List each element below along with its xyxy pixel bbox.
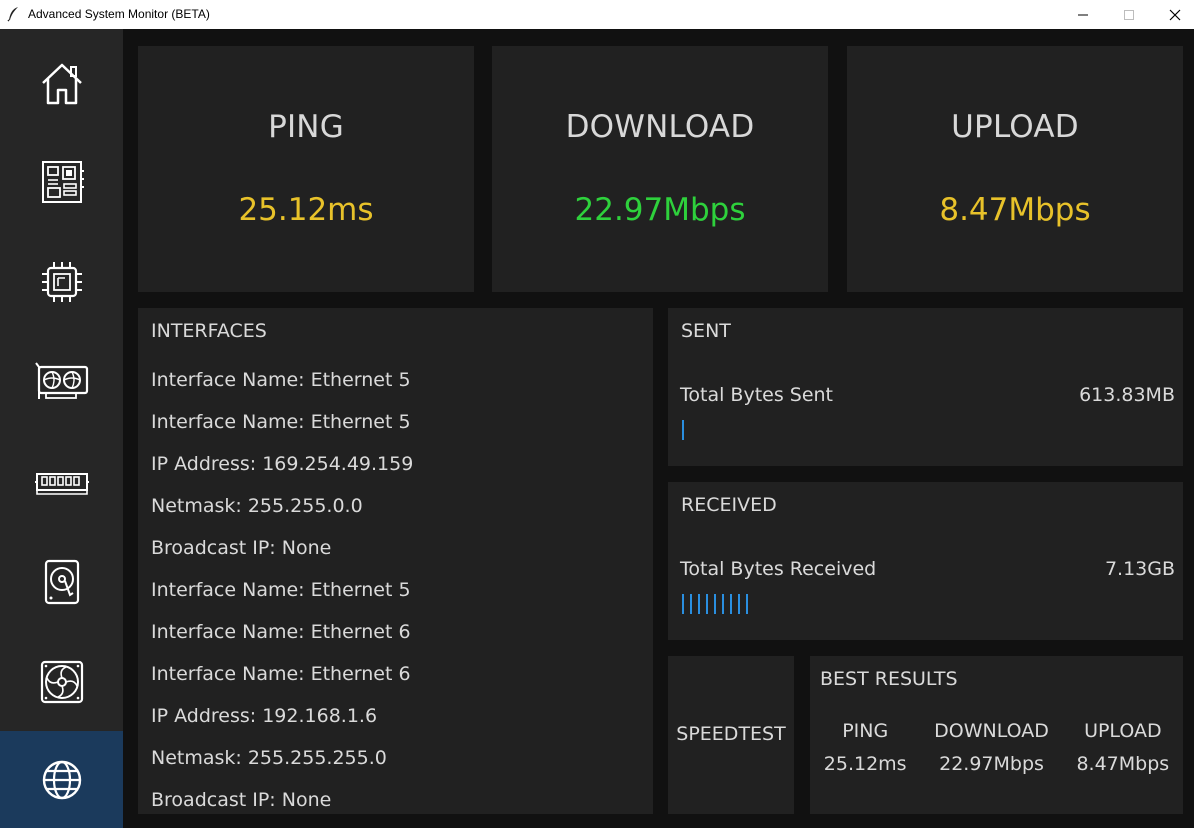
interface-line: Netmask: 255.255.255.0: [151, 747, 387, 769]
sidebar-item-ram[interactable]: [0, 432, 123, 532]
ping-card: PING 25.12ms: [138, 46, 474, 292]
progress-tick: [690, 594, 692, 614]
gpu-icon: [34, 362, 88, 399]
sidebar-item-fan[interactable]: [0, 632, 123, 732]
sidebar-item-home[interactable]: [0, 34, 123, 134]
progress-tick: [714, 594, 716, 614]
best-download-header: DOWNLOAD: [934, 720, 1049, 742]
sent-panel: SENT Total Bytes Sent 613.83MB: [668, 308, 1183, 466]
interface-line: Interface Name: Ethernet 5: [151, 411, 411, 433]
ram-icon: [34, 473, 89, 495]
sidebar-item-storage[interactable]: [0, 532, 123, 632]
best-ping-header: PING: [842, 720, 889, 742]
progress-tick: [738, 594, 740, 614]
progress-tick: [730, 594, 732, 614]
upload-title: UPLOAD: [951, 109, 1079, 145]
home-icon: [41, 63, 82, 105]
progress-tick: [706, 594, 708, 614]
download-card: DOWNLOAD 22.97Mbps: [492, 46, 828, 292]
ping-title: PING: [268, 109, 344, 145]
minimize-button[interactable]: [1060, 0, 1106, 29]
interface-line: Netmask: 255.255.0.0: [151, 495, 363, 517]
upload-card: UPLOAD 8.47Mbps: [847, 46, 1183, 292]
received-value: 7.13GB: [1104, 558, 1175, 580]
fan-icon: [40, 660, 83, 704]
progress-tick: [682, 420, 684, 440]
feather-icon: [7, 7, 18, 22]
sent-value: 613.83MB: [1079, 384, 1175, 406]
sidebar-item-network[interactable]: [0, 731, 123, 828]
motherboard-icon: [41, 161, 84, 203]
interface-line: Broadcast IP: None: [151, 537, 332, 559]
progress-tick: [746, 594, 748, 614]
best-upload: UPLOAD 8.47Mbps: [1076, 720, 1169, 775]
download-value: 22.97Mbps: [574, 192, 746, 228]
interfaces-panel: INTERFACES Interface Name: Ethernet 5 Int…: [138, 308, 653, 814]
sidebar: [0, 29, 123, 828]
best-download-value: 22.97Mbps: [939, 753, 1044, 775]
ping-value: 25.12ms: [238, 192, 374, 228]
interface-line: Interface Name: Ethernet 5: [151, 579, 411, 601]
sidebar-item-motherboard[interactable]: [0, 132, 123, 232]
close-icon: [1169, 9, 1181, 20]
progress-tick: [682, 594, 684, 614]
maximize-button[interactable]: [1106, 0, 1152, 29]
sent-progress-bar: [682, 420, 684, 440]
title-bar: Advanced System Monitor (BETA): [0, 0, 1194, 29]
sent-label: Total Bytes Sent: [680, 384, 834, 406]
speedtest-label: SPEEDTEST: [676, 723, 786, 745]
sidebar-item-cpu[interactable]: [0, 232, 123, 332]
best-results-panel: BEST RESULTS PING 25.12ms DOWNLOAD 22.97…: [810, 656, 1183, 814]
minimize-icon: [1078, 14, 1088, 15]
received-label: Total Bytes Received: [680, 558, 877, 580]
received-progress-bar: [682, 594, 748, 614]
interface-line: Interface Name: Ethernet 6: [151, 663, 411, 685]
best-upload-header: UPLOAD: [1084, 720, 1162, 742]
close-button[interactable]: [1152, 0, 1194, 29]
best-results-title: BEST RESULTS: [820, 668, 958, 690]
interface-line: Interface Name: Ethernet 6: [151, 621, 411, 643]
received-title: RECEIVED: [681, 494, 777, 516]
cpu-icon: [41, 262, 82, 302]
window-title: Advanced System Monitor (BETA): [28, 7, 210, 21]
download-title: DOWNLOAD: [565, 109, 755, 145]
interfaces-list: Interface Name: Ethernet 5 Interface Name…: [151, 366, 413, 814]
sent-title: SENT: [681, 320, 731, 342]
progress-tick: [722, 594, 724, 614]
best-download: DOWNLOAD 22.97Mbps: [934, 720, 1049, 775]
progress-tick: [698, 594, 700, 614]
best-results-grid: PING 25.12ms DOWNLOAD 22.97Mbps UPLOAD 8…: [810, 720, 1183, 775]
maximize-icon: [1124, 9, 1134, 20]
interface-line: Interface Name: Ethernet 5: [151, 369, 411, 391]
interface-line: IP Address: 169.254.49.159: [151, 453, 414, 475]
upload-value: 8.47Mbps: [939, 192, 1091, 228]
speedtest-button[interactable]: SPEEDTEST: [668, 656, 794, 814]
hard-drive-icon: [44, 559, 79, 605]
best-upload-value: 8.47Mbps: [1076, 753, 1170, 775]
best-ping: PING 25.12ms: [824, 720, 907, 775]
globe-icon: [42, 760, 81, 799]
interface-line: IP Address: 192.168.1.6: [151, 705, 378, 727]
interfaces-title: INTERFACES: [151, 320, 267, 342]
received-panel: RECEIVED Total Bytes Received 7.13GB: [668, 482, 1183, 640]
sidebar-item-gpu[interactable]: [0, 332, 123, 432]
best-ping-value: 25.12ms: [823, 753, 907, 775]
interface-line: Broadcast IP: None: [151, 789, 332, 811]
